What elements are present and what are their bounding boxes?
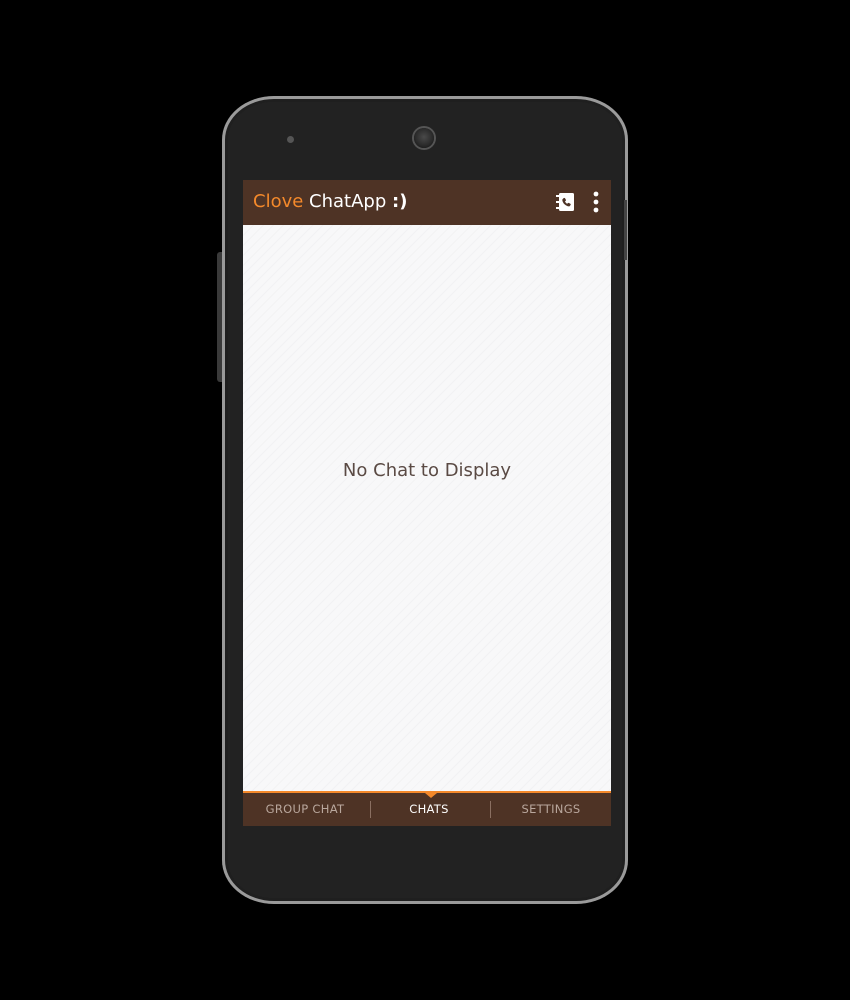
tab-chats[interactable]: CHATS: [367, 793, 491, 826]
action-bar: Clove ChatApp :): [243, 180, 611, 225]
phone-screen: Clove ChatApp :) No Chat to Display GROU…: [243, 180, 611, 826]
bottom-tab-bar: GROUP CHAT CHATS SETTINGS: [243, 791, 611, 826]
tab-settings[interactable]: SETTINGS: [491, 793, 611, 826]
app-title: Clove ChatApp :): [253, 190, 407, 214]
contacts-button[interactable]: [553, 190, 577, 214]
app-title-smiley: :): [392, 191, 408, 212]
front-camera: [414, 128, 434, 148]
app-title-accent: Clove: [253, 191, 304, 212]
empty-state-message: No Chat to Display: [342, 460, 512, 481]
tab-group-chat[interactable]: GROUP CHAT: [243, 793, 367, 826]
chat-list-area: No Chat to Display: [243, 225, 611, 791]
overflow-menu-button[interactable]: [587, 190, 605, 214]
contacts-icon: [556, 193, 574, 211]
app-title-main: ChatApp: [309, 191, 387, 212]
phone-power-button: [624, 200, 627, 260]
proximity-sensor: [287, 136, 294, 143]
device-frame-stage: Clove ChatApp :) No Chat to Display GROU…: [0, 0, 850, 1000]
overflow-menu-icon: [593, 191, 599, 213]
